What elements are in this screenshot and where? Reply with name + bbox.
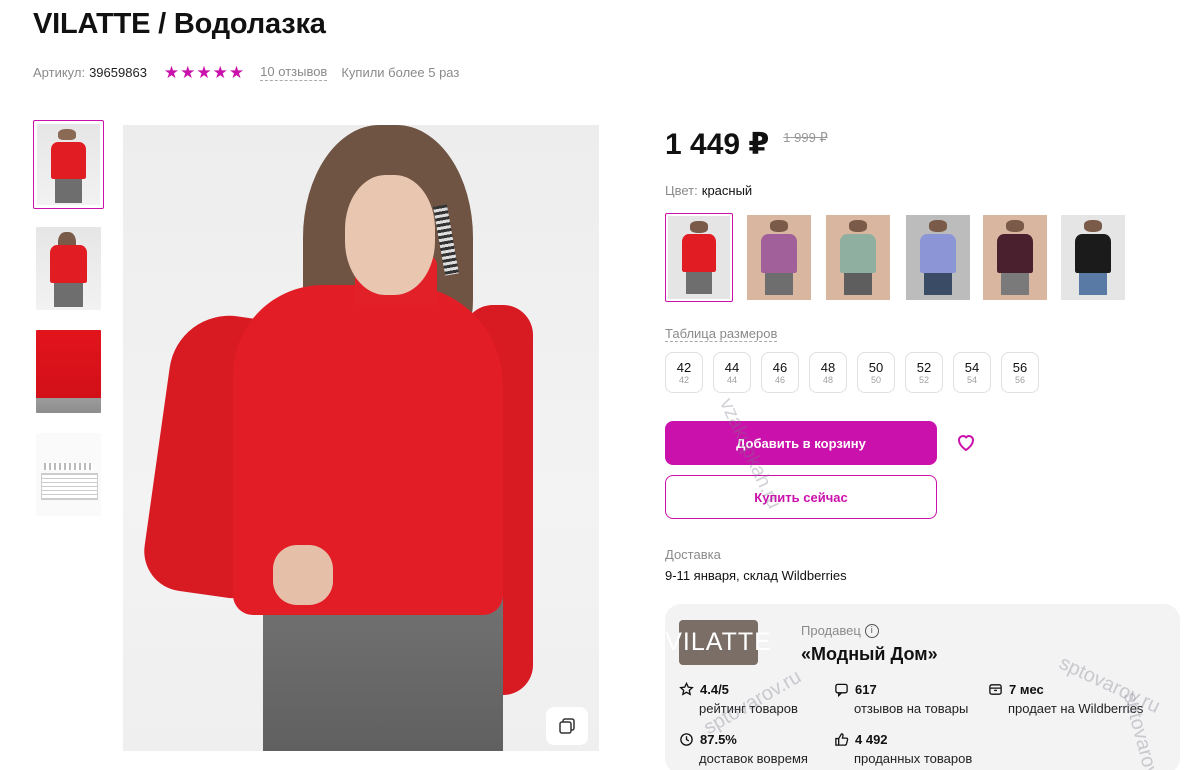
thumbnail-image	[36, 433, 101, 516]
size-option-50[interactable]: 50 50	[857, 352, 895, 393]
stat-caption: отзывов на товары	[854, 701, 969, 716]
star-icon: ★	[180, 62, 196, 82]
thumbnail-model-front[interactable]	[33, 120, 104, 209]
size-label: 52	[916, 359, 932, 375]
size-option-52[interactable]: 52 52	[905, 352, 943, 393]
old-price: 1 999 ₽	[783, 130, 828, 145]
color-label: Цвет: красный	[665, 183, 752, 198]
thumbnail-size-table[interactable]	[33, 430, 104, 519]
seller-name[interactable]: «Модный Дом»	[801, 644, 938, 665]
color-swatch-mint[interactable]	[824, 213, 892, 302]
price-block: 1 449 ₽ 1 999 ₽	[665, 127, 828, 162]
bought-count: Купили более 5 раз	[341, 65, 460, 80]
size-sublabel: 56	[1014, 374, 1025, 385]
stat-value: 4.4/5	[700, 682, 729, 697]
size-option-42[interactable]: 42 42	[665, 352, 703, 393]
size-label: 56	[1012, 359, 1028, 375]
stat-value: 4 492	[855, 732, 888, 747]
size-label: 54	[964, 359, 980, 375]
swatch-image	[1061, 215, 1125, 300]
size-table-link[interactable]: Таблица размеров	[665, 326, 778, 342]
star-icon: ★	[228, 62, 245, 82]
size-label: 50	[868, 359, 884, 375]
size-label: 48	[820, 359, 836, 375]
color-swatch-red[interactable]	[665, 213, 733, 302]
stat-caption: доставок вовремя	[699, 751, 808, 766]
zoom-copy-icon	[559, 718, 575, 734]
color-swatch-lavender[interactable]	[904, 213, 972, 302]
size-option-54[interactable]: 54 54	[953, 352, 991, 393]
swatch-image	[983, 215, 1047, 300]
size-sublabel: 46	[774, 374, 785, 385]
size-sublabel: 44	[726, 374, 737, 385]
sku-label: Артикул:	[33, 65, 86, 80]
color-label-text: Цвет:	[665, 183, 698, 198]
star-icon: ★	[163, 62, 180, 82]
swatch-image	[747, 215, 811, 300]
main-product-image[interactable]	[123, 125, 599, 751]
seller-logo[interactable]: VILATTE	[665, 620, 771, 665]
size-option-46[interactable]: 46 46	[761, 352, 799, 393]
clock-icon	[680, 733, 693, 746]
size-label: 42	[676, 359, 692, 375]
seller-stat-sold: 4 492 проданных товаров	[834, 732, 972, 766]
chat-icon	[835, 683, 848, 697]
size-label: 46	[772, 359, 788, 375]
seller-stat-ontime: 87.5% доставок вовремя	[679, 732, 808, 766]
product-meta: Артикул: 39659863 ★ ★ ★ ★ ★ 10 отзывов К…	[33, 64, 459, 81]
delivery-label: Доставка	[665, 547, 721, 562]
current-price: 1 449 ₽	[665, 128, 770, 161]
color-swatch-black[interactable]	[1059, 213, 1127, 302]
size-option-56[interactable]: 56 56	[1001, 352, 1039, 393]
heart-icon[interactable]	[954, 430, 978, 454]
star-icon: ★	[196, 62, 212, 82]
box-icon	[989, 684, 1002, 695]
color-swatch-plum[interactable]	[981, 213, 1049, 302]
star-icon: ★	[212, 62, 228, 82]
stat-value: 7 мес	[1009, 682, 1044, 697]
seller-label-text: Продавец	[801, 623, 861, 638]
star-outline-icon	[679, 682, 694, 696]
thumbnail-image	[37, 124, 100, 205]
size-sublabel: 42	[678, 374, 689, 385]
swatch-image	[906, 215, 970, 300]
size-option-44[interactable]: 44 44	[713, 352, 751, 393]
thumbnail-image	[36, 330, 101, 413]
stat-caption: проданных товаров	[854, 751, 973, 766]
buy-now-button[interactable]: Купить сейчас	[665, 475, 937, 519]
swatch-image	[668, 216, 730, 299]
size-selector: 42 42 44 44 46 46 48 48 50 50 52 52 54 54 56 56	[665, 352, 1039, 393]
size-sublabel: 54	[966, 374, 977, 385]
stat-value: 617	[855, 682, 877, 697]
seller-label: Продавец i	[801, 623, 879, 638]
color-value: красный	[701, 183, 753, 198]
delivery-date: 9-11 января, склад Wildberries	[665, 568, 847, 583]
add-to-cart-button[interactable]: Добавить в корзину	[665, 421, 937, 465]
size-sublabel: 48	[822, 374, 833, 385]
color-swatch-lilac[interactable]	[745, 213, 813, 302]
image-shape	[345, 175, 435, 295]
size-sublabel: 50	[870, 374, 881, 385]
rating-stars[interactable]: ★ ★ ★ ★ ★	[163, 62, 245, 82]
size-option-48[interactable]: 48 48	[809, 352, 847, 393]
zoom-button[interactable]	[546, 707, 588, 745]
product-title: VILATTE / Водолазка	[33, 8, 326, 40]
image-shape	[273, 545, 333, 605]
sku-value: 39659863	[89, 65, 147, 80]
size-sublabel: 52	[918, 374, 929, 385]
swatch-image	[826, 215, 890, 300]
seller-stat-reviews: 617 отзывов на товары	[834, 682, 968, 716]
thumbnail-fabric[interactable]	[33, 327, 104, 416]
thumbs-up-icon	[835, 733, 849, 746]
thumbnail-image	[36, 227, 101, 310]
info-icon[interactable]: i	[864, 623, 879, 638]
reviews-link[interactable]: 10 отзывов	[260, 64, 328, 81]
thumbnail-model-back[interactable]	[33, 224, 104, 313]
size-label: 44	[724, 359, 740, 375]
